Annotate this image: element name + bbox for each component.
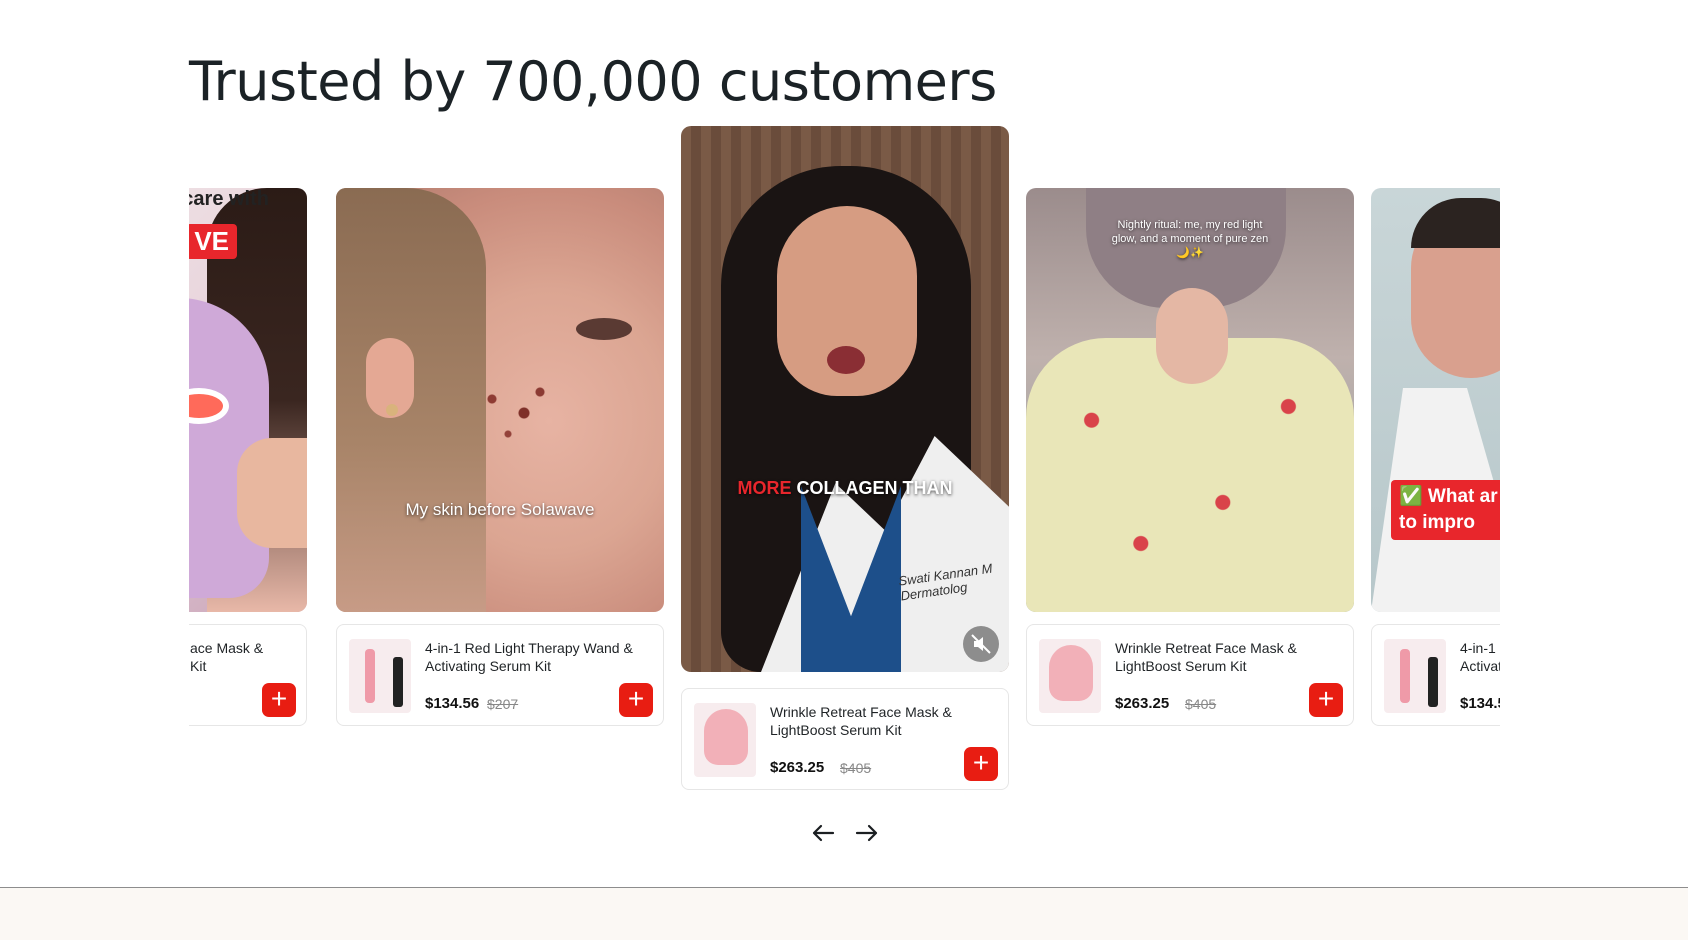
video-thumbnail[interactable]: ✅ What ar to impro <box>1371 188 1500 612</box>
wand-shape <box>1400 649 1410 703</box>
overlay-badge: VE <box>189 224 237 259</box>
video-thumbnail[interactable]: MORE COLLAGEN THAN Swati Kannan M Dermat… <box>681 126 1009 672</box>
product-name: 4-in-1 Activat <box>1460 640 1500 674</box>
plus-icon: + <box>627 683 645 714</box>
video-card-4[interactable]: Nightly ritual: me, my red light glow, a… <box>1026 188 1354 726</box>
video-card-2[interactable]: My skin before Solawave 4-in-1 Red Light… <box>336 188 664 726</box>
add-to-cart-button[interactable]: + <box>619 683 653 717</box>
footer-band <box>0 887 1688 940</box>
section-title: Trusted by 700,000 customers <box>189 50 997 113</box>
video-caption: MORE COLLAGEN THAN <box>681 478 1009 499</box>
video-card-3[interactable]: MORE COLLAGEN THAN Swati Kannan M Dermat… <box>681 126 1009 790</box>
earring <box>386 404 398 416</box>
product-card[interactable]: 4-in-1 Red Light Therapy Wand & Activati… <box>336 624 664 726</box>
arrow-left-icon <box>812 824 835 842</box>
add-to-cart-button[interactable]: + <box>1309 683 1343 717</box>
arrow-right-icon <box>855 824 878 842</box>
caption-text: COLLAGEN THAN <box>796 478 953 498</box>
next-button[interactable] <box>852 818 882 848</box>
plus-icon: + <box>1317 683 1335 714</box>
video-thumbnail[interactable]: My skin before Solawave <box>336 188 664 612</box>
overlay-top-text: ncare with <box>189 188 269 210</box>
page: Trusted by 700,000 customers ncare with … <box>0 0 1688 940</box>
product-price: $263.25 <box>1115 695 1170 712</box>
add-to-cart-button[interactable]: + <box>262 683 296 717</box>
product-card[interactable]: 4-in-1 Activat $134.5 <box>1371 624 1500 726</box>
testimonial-carousel: ncare with VE ace Mask & Kit + My skin b… <box>189 120 1500 800</box>
caption-highlight: MORE <box>737 478 792 498</box>
mask-shape <box>704 709 748 765</box>
product-card[interactable]: Wrinkle Retreat Face Mask & LightBoost S… <box>1026 624 1354 726</box>
compare-price: $405 <box>1185 696 1217 712</box>
compare-price: $207 <box>487 696 519 712</box>
video-thumbnail[interactable]: Nightly ritual: me, my red light glow, a… <box>1026 188 1354 612</box>
product-card[interactable]: Wrinkle Retreat Face Mask & LightBoost S… <box>681 688 1009 790</box>
video-caption: ✅ What ar to impro <box>1391 480 1500 540</box>
prev-button[interactable] <box>808 818 838 848</box>
serum-bottle <box>1428 657 1438 707</box>
product-card[interactable]: ace Mask & Kit + <box>189 624 307 726</box>
product-name: Wrinkle Retreat Face Mask & LightBoost S… <box>770 704 952 738</box>
product-price: $134.5 <box>1460 695 1500 712</box>
mask-shape <box>1049 645 1093 701</box>
video-thumbnail[interactable]: ncare with VE <box>189 188 307 612</box>
muted-speaker-icon <box>971 634 991 654</box>
video-caption: My skin before Solawave <box>405 500 595 519</box>
plus-icon: + <box>972 747 990 778</box>
product-thumbnail <box>694 703 756 777</box>
product-thumbnail <box>1384 639 1446 713</box>
compare-price: $405 <box>840 760 872 776</box>
product-name: 4-in-1 Red Light Therapy Wand & Activati… <box>425 640 633 674</box>
acne-spots <box>476 378 556 448</box>
hair-shape <box>1411 198 1500 248</box>
product-price: $263.25 <box>770 759 825 776</box>
wand-shape <box>365 649 375 703</box>
video-card-5[interactable]: ✅ What ar to impro 4-in-1 Activat $134.5 <box>1371 188 1500 726</box>
hand-shape <box>237 438 307 548</box>
product-name: Wrinkle Retreat Face Mask & LightBoost S… <box>1115 640 1297 674</box>
video-caption: Nightly ritual: me, my red light glow, a… <box>1111 219 1269 259</box>
carousel-navigation <box>808 818 888 848</box>
product-name: ace Mask & Kit <box>190 640 264 674</box>
mute-button[interactable] <box>963 626 999 662</box>
mouth-shape <box>827 346 865 374</box>
product-price: $134.56 <box>425 695 480 712</box>
product-thumbnail <box>349 639 411 713</box>
eye-shape <box>576 318 632 340</box>
add-to-cart-button[interactable]: + <box>964 747 998 781</box>
product-thumbnail <box>1039 639 1101 713</box>
face-shape <box>1156 288 1228 384</box>
video-card-1[interactable]: ncare with VE ace Mask & Kit + <box>189 188 307 726</box>
serum-bottle <box>393 657 403 707</box>
plus-icon: + <box>270 683 288 714</box>
